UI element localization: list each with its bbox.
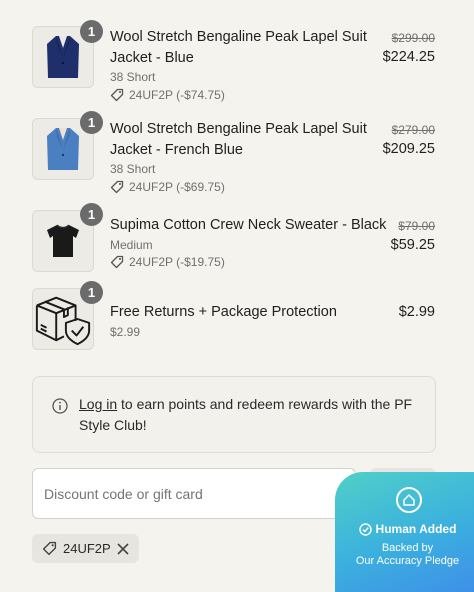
- badge-line: Backed by: [381, 542, 434, 554]
- quantity-badge: 1: [80, 281, 103, 304]
- human-added-badge[interactable]: Human Added Backed by Our Accuracy Pledg…: [335, 472, 474, 592]
- tag-icon: [110, 180, 124, 194]
- rewards-info-box: Log in to earn points and redeem rewards…: [32, 376, 436, 453]
- item-variant: 38 Short: [110, 70, 156, 84]
- item-discount: 24UF2P (-$74.75): [110, 88, 225, 102]
- remove-code-icon[interactable]: [117, 542, 129, 555]
- house-logo-icon: [396, 487, 422, 513]
- original-price: $79.00: [398, 219, 435, 233]
- log-in-link[interactable]: Log in: [79, 396, 117, 412]
- tag-icon: [110, 255, 124, 269]
- french-blue-suit-jacket-icon: [47, 128, 79, 170]
- item-price: $209.25: [382, 141, 435, 157]
- item-variant: $2.99: [110, 325, 141, 339]
- item-title-line: Jacket - Blue: [110, 50, 194, 66]
- badge-subtitle: Backed by Our Accuracy Pledge: [335, 542, 474, 568]
- item-title[interactable]: Wool Stretch Bengaline Peak Lapel Suit J…: [110, 119, 367, 161]
- item-title-line: Wool Stretch Bengaline Peak Lapel Suit: [110, 121, 367, 137]
- quantity-badge: 1: [80, 203, 103, 226]
- item-price: $2.99: [398, 304, 435, 320]
- item-variant: 38 Short: [110, 162, 156, 176]
- rewards-message: Log in to earn points and redeem rewards…: [79, 394, 424, 436]
- tag-icon: [42, 541, 57, 556]
- discount-code-input[interactable]: [32, 468, 356, 519]
- item-title[interactable]: Supima Cotton Crew Neck Sweater - Black: [110, 215, 386, 236]
- applied-discount-chip: 24UF2P: [32, 534, 139, 563]
- badge-title-text: Human Added: [375, 522, 457, 536]
- original-price: $279.00: [391, 123, 435, 137]
- check-circle-icon: [358, 522, 372, 536]
- tag-icon: [110, 88, 124, 102]
- black-sweater-icon: [47, 224, 79, 257]
- original-price: $299.00: [391, 31, 435, 45]
- item-title[interactable]: Free Returns + Package Protection: [110, 302, 337, 323]
- item-price: $224.25: [382, 49, 435, 65]
- navy-suit-jacket-icon: [47, 36, 79, 78]
- discount-text: 24UF2P (-$19.75): [129, 255, 225, 269]
- item-price: $59.25: [390, 237, 435, 253]
- info-icon: [52, 398, 68, 414]
- applied-code: 24UF2P: [63, 541, 111, 556]
- quantity-badge: 1: [80, 111, 103, 134]
- rewards-text: to earn points and redeem rewards with t…: [79, 396, 413, 433]
- quantity-badge: 1: [80, 20, 103, 43]
- item-title-line: Wool Stretch Bengaline Peak Lapel Suit: [110, 29, 367, 45]
- item-title-line: Jacket - French Blue: [110, 142, 243, 158]
- badge-title: Human Added: [335, 522, 474, 536]
- item-title[interactable]: Wool Stretch Bengaline Peak Lapel Suit J…: [110, 27, 367, 69]
- item-discount: 24UF2P (-$19.75): [110, 255, 225, 269]
- discount-text: 24UF2P (-$69.75): [129, 180, 225, 194]
- discount-text: 24UF2P (-$74.75): [129, 88, 225, 102]
- badge-line: Our Accuracy Pledge: [355, 555, 460, 567]
- item-discount: 24UF2P (-$69.75): [110, 180, 225, 194]
- item-variant: Medium: [110, 238, 153, 252]
